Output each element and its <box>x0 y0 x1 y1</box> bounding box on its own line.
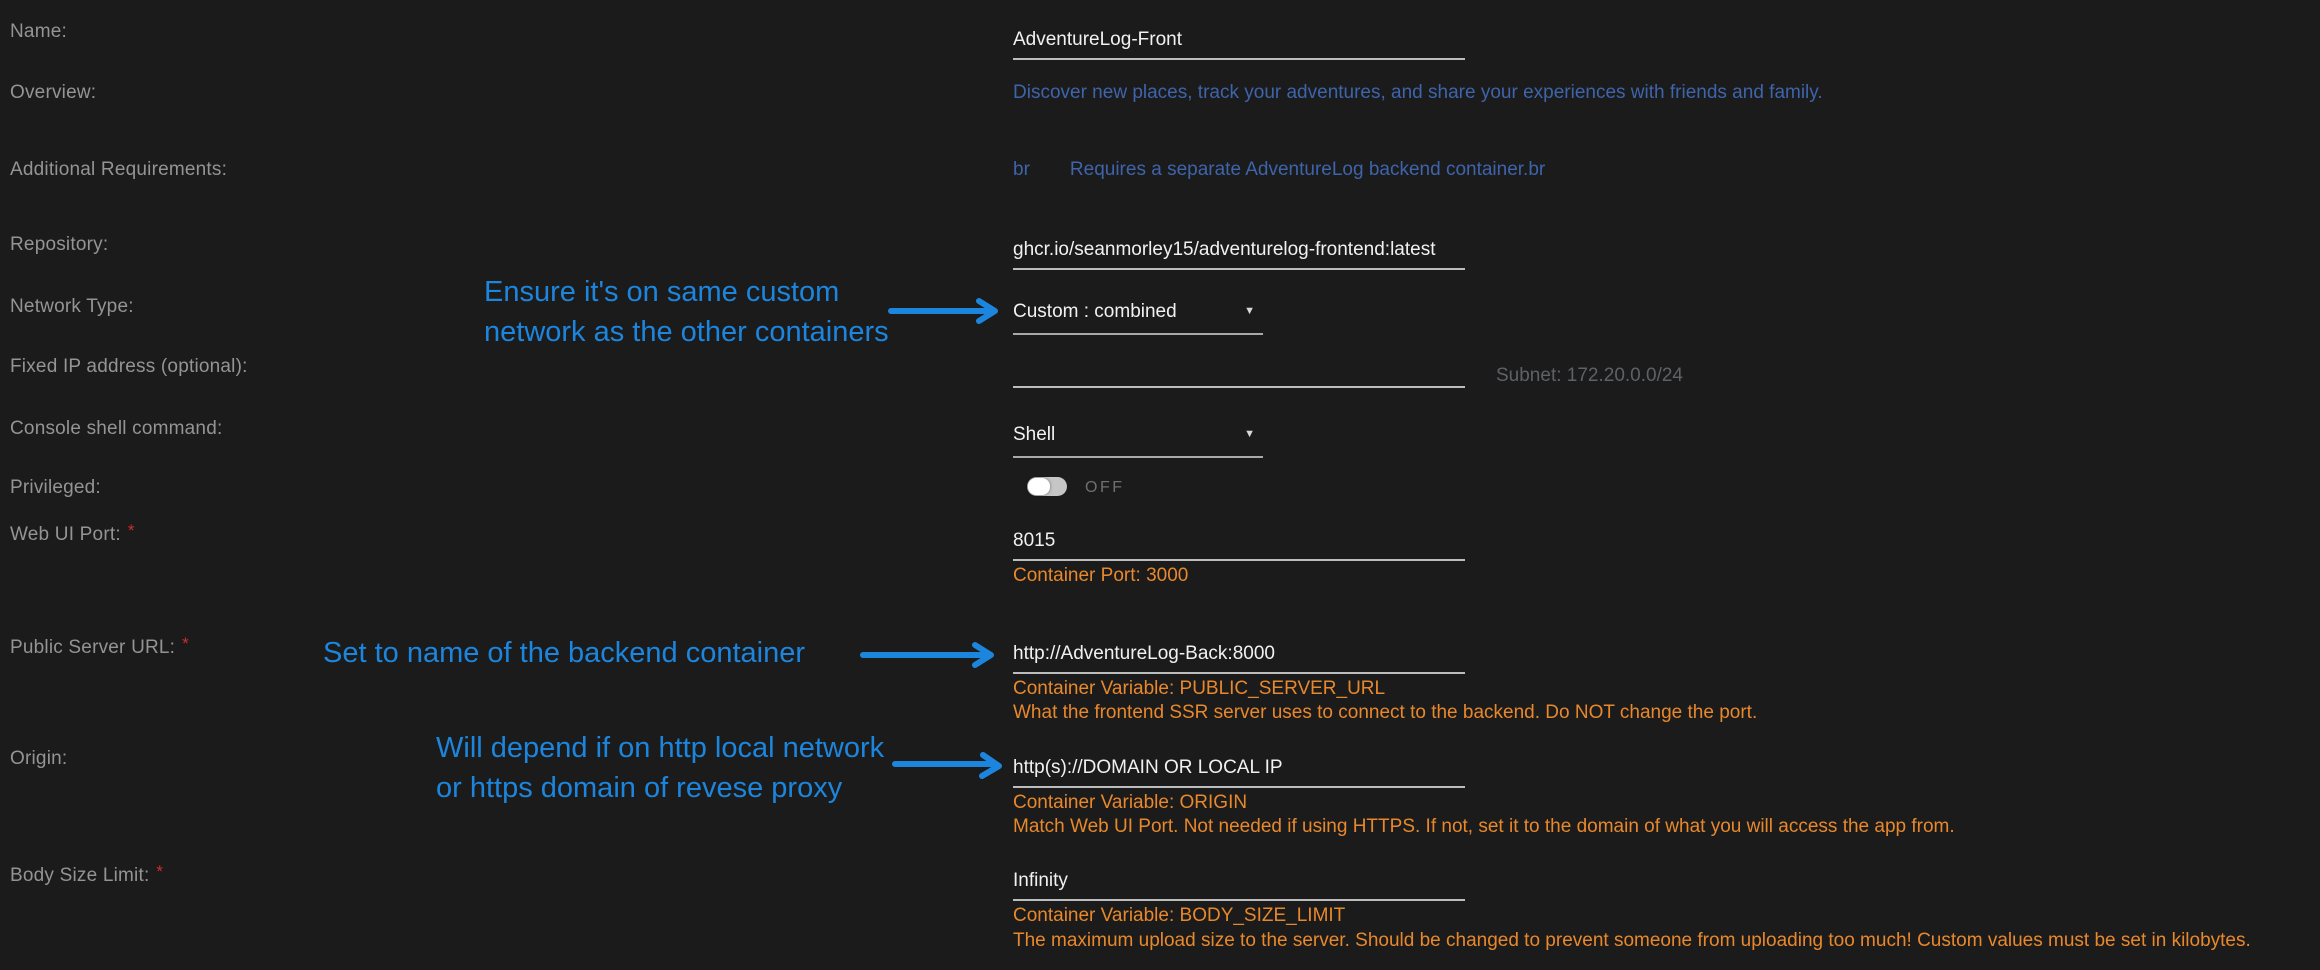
additional-requirements-label: Additional Requirements: <box>10 159 227 181</box>
privileged-toggle-state: OFF <box>1085 479 1125 497</box>
container-port-help: Container Port: 3000 <box>1013 565 1188 587</box>
public-server-url-label: Public Server URL:* <box>10 634 189 659</box>
privileged-label: Privileged: <box>10 477 101 499</box>
privileged-toggle[interactable] <box>1027 477 1067 496</box>
network-type-selected-option: Custom : combined <box>1013 301 1177 323</box>
name-label: Name: <box>10 21 67 43</box>
body-size-limit-input[interactable]: Infinity <box>1013 870 1465 901</box>
body-size-limit-label: Body Size Limit:* <box>10 862 163 887</box>
annotation-origin: Will depend if on http local network or … <box>436 728 884 808</box>
console-shell-select[interactable]: Shell ▼ <box>1013 424 1263 458</box>
additional-requirements-description: br Requires a separate AdventureLog backe… <box>1013 159 1545 181</box>
required-asterisk: * <box>182 634 189 653</box>
console-shell-selected-option: Shell <box>1013 424 1055 446</box>
chevron-down-icon: ▼ <box>1244 424 1255 440</box>
required-asterisk: * <box>156 862 163 881</box>
annotation-network-type: Ensure it's on same custom network as th… <box>484 272 889 352</box>
console-shell-command-label: Console shell command: <box>10 418 222 440</box>
overview-description: Discover new places, track your adventur… <box>1013 82 1823 104</box>
public-server-url-input[interactable]: http://AdventureLog-Back:8000 <box>1013 643 1465 674</box>
annotation-arrow-origin <box>892 751 1012 781</box>
origin-variable-help: Container Variable: ORIGIN <box>1013 792 1247 814</box>
annotation-arrow-network-type <box>888 297 1008 325</box>
origin-help: Match Web UI Port. Not needed if using H… <box>1013 816 1955 838</box>
origin-label: Origin: <box>10 748 67 770</box>
network-type-label: Network Type: <box>10 296 134 318</box>
container-settings-form: Name: Overview: Additional Requirements:… <box>0 0 2320 970</box>
origin-input[interactable]: http(s)://DOMAIN OR LOCAL IP <box>1013 757 1465 788</box>
repository-input[interactable]: ghcr.io/seanmorley15/adventurelog-fronte… <box>1013 239 1465 270</box>
toggle-knob <box>1028 478 1050 495</box>
annotation-public-server-url: Set to name of the backend container <box>323 633 805 673</box>
fixed-ip-label: Fixed IP address (optional): <box>10 356 248 378</box>
fixed-ip-input[interactable] <box>1013 357 1465 388</box>
name-input[interactable]: AdventureLog-Front <box>1013 29 1465 60</box>
chevron-down-icon: ▼ <box>1244 301 1255 317</box>
body-size-limit-help: The maximum upload size to the server. S… <box>1013 930 2251 952</box>
web-ui-port-input[interactable]: 8015 <box>1013 530 1465 561</box>
annotation-arrow-public-server-url <box>860 641 1004 669</box>
public-server-url-help: What the frontend SSR server uses to con… <box>1013 702 1757 724</box>
additional-requirements-prefix: br <box>1013 159 1030 180</box>
overview-label: Overview: <box>10 82 96 104</box>
body-size-limit-variable-help: Container Variable: BODY_SIZE_LIMIT <box>1013 905 1345 927</box>
web-ui-port-label: Web UI Port:* <box>10 521 135 546</box>
repository-label: Repository: <box>10 234 108 256</box>
subnet-hint: Subnet: 172.20.0.0/24 <box>1496 365 1683 387</box>
required-asterisk: * <box>128 521 135 540</box>
public-server-url-variable-help: Container Variable: PUBLIC_SERVER_URL <box>1013 678 1385 700</box>
additional-requirements-text: Requires a separate AdventureLog backend… <box>1070 159 1545 180</box>
network-type-select[interactable]: Custom : combined ▼ <box>1013 301 1263 335</box>
